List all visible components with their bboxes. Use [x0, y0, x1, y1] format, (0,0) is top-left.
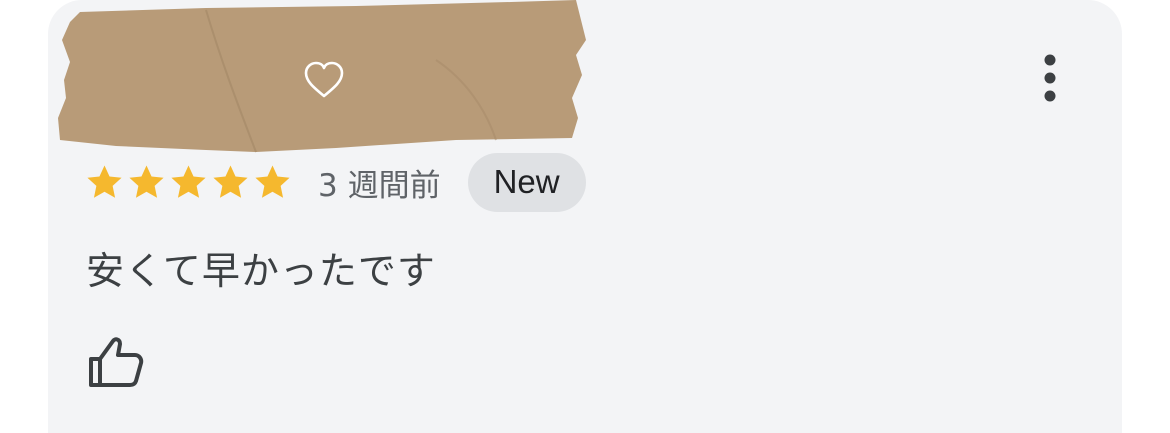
star-icon: [87, 164, 122, 198]
star-icon: [129, 164, 164, 198]
thumbs-up-icon[interactable]: [86, 335, 144, 389]
heart-icon[interactable]: [303, 60, 345, 100]
star-rating: [84, 163, 293, 202]
rating-row: 3 週間前 New: [84, 152, 586, 212]
more-options-icon[interactable]: [1030, 52, 1070, 108]
star-icon: [171, 164, 206, 198]
new-badge: New: [467, 152, 586, 212]
star-icon: [255, 164, 290, 198]
star-icon: [213, 164, 248, 198]
review-text: 安くて早かったです: [86, 249, 436, 293]
review-time: 3 週間前: [318, 167, 441, 204]
